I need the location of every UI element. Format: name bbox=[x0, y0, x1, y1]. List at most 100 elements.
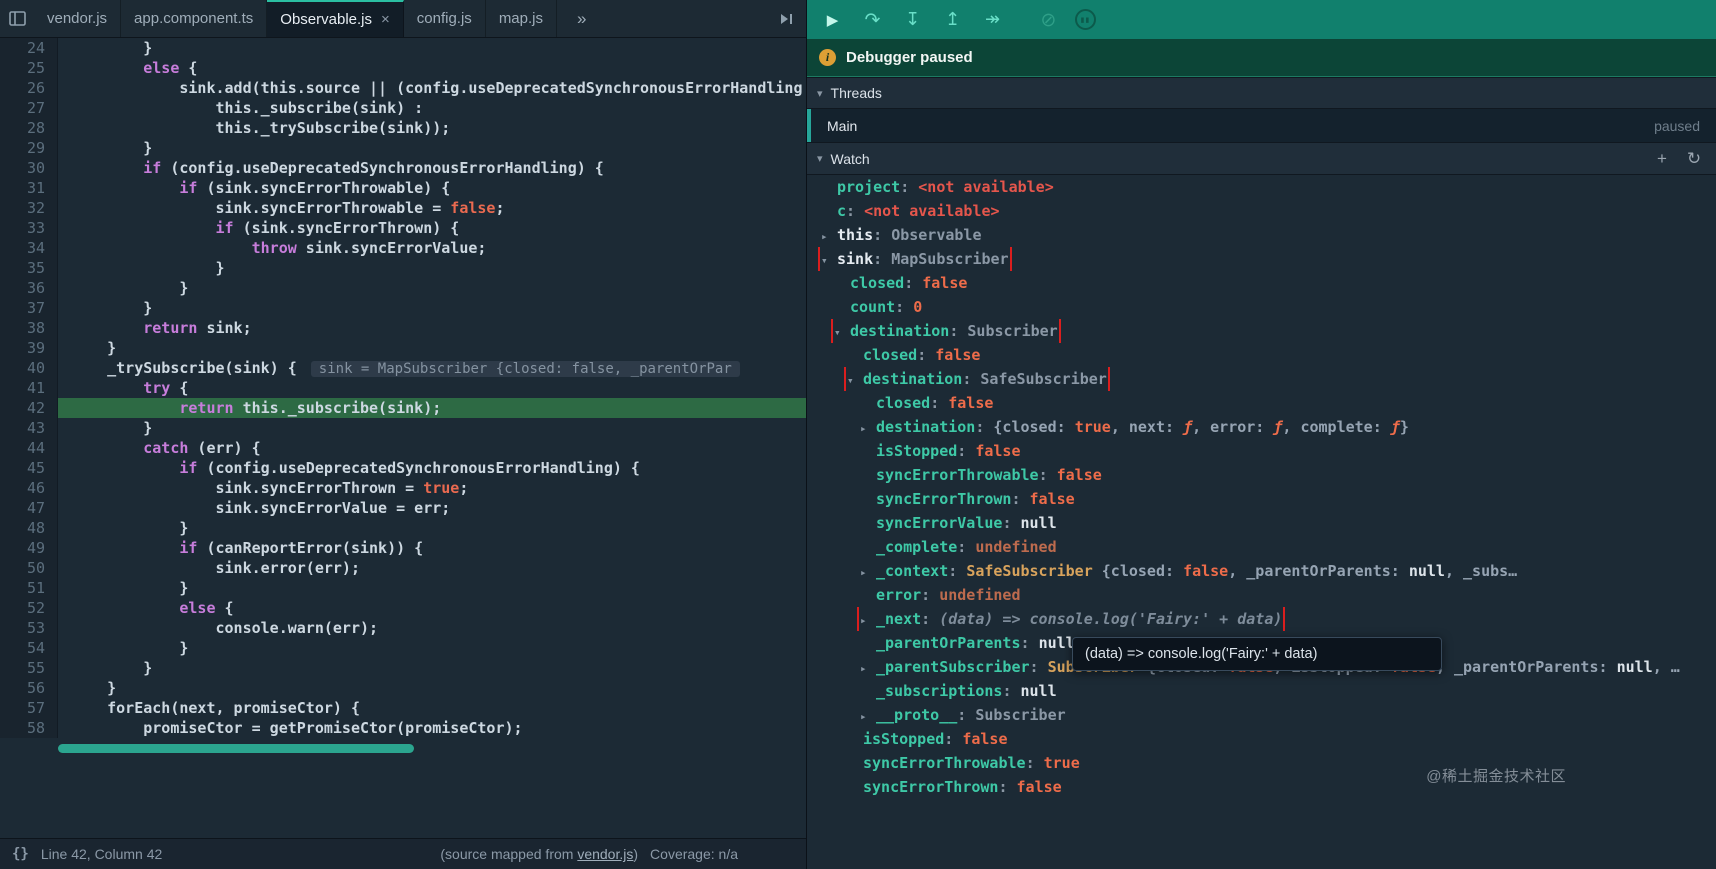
line-number[interactable]: 29 bbox=[0, 138, 58, 158]
step-forward-icon[interactable]: ↠ bbox=[979, 6, 1006, 34]
line-number[interactable]: 31 bbox=[0, 178, 58, 198]
line-number[interactable]: 38 bbox=[0, 318, 58, 338]
add-watch-expression-icon[interactable]: + bbox=[1650, 149, 1674, 169]
line-number[interactable]: 25 bbox=[0, 58, 58, 78]
line-number[interactable]: 33 bbox=[0, 218, 58, 238]
watch-node-closed[interactable]: closed: false bbox=[807, 391, 1716, 415]
line-number[interactable]: 48 bbox=[0, 518, 58, 538]
tab-close-icon[interactable]: × bbox=[381, 11, 390, 28]
chevron-right-icon[interactable]: ▸ bbox=[860, 609, 876, 631]
line-number[interactable]: 40 bbox=[0, 358, 58, 378]
watch-node-closed[interactable]: closed: false bbox=[807, 343, 1716, 367]
chevron-down-icon[interactable]: ▾ bbox=[817, 87, 823, 100]
code-editor[interactable]: 24 } 25 else {26 sink.add(this.source || … bbox=[0, 38, 806, 838]
pause-on-exceptions-icon[interactable]: ▮▮ bbox=[1075, 9, 1096, 30]
watch-node-destination[interactable]: ▾ destination: SafeSubscriber bbox=[807, 367, 1716, 391]
line-number[interactable]: 34 bbox=[0, 238, 58, 258]
line-number[interactable]: 28 bbox=[0, 118, 58, 138]
watch-node-this[interactable]: ▸ this: Observable bbox=[807, 223, 1716, 247]
chevron-right-icon[interactable]: ▸ bbox=[860, 561, 876, 583]
watch-node-_context[interactable]: ▸ _context: SafeSubscriber {closed: false… bbox=[807, 559, 1716, 583]
line-number[interactable]: 36 bbox=[0, 278, 58, 298]
line-number[interactable]: 52 bbox=[0, 598, 58, 618]
prettify-source-icon[interactable]: {} bbox=[12, 846, 29, 862]
line-number[interactable]: 43 bbox=[0, 418, 58, 438]
line-number[interactable]: 57 bbox=[0, 698, 58, 718]
watch-section-header[interactable]: ▾ Watch + ↻ bbox=[807, 142, 1716, 175]
code-line-39: 39 } bbox=[0, 338, 806, 358]
line-number[interactable]: 44 bbox=[0, 438, 58, 458]
watch-node-destination[interactable]: ▾ destination: Subscriber bbox=[807, 319, 1716, 343]
property-name: destination bbox=[850, 322, 950, 340]
chevron-right-icon[interactable]: ▸ bbox=[860, 705, 876, 727]
line-number[interactable]: 39 bbox=[0, 338, 58, 358]
line-number[interactable]: 41 bbox=[0, 378, 58, 398]
tab-overflow-button[interactable]: » bbox=[557, 0, 606, 37]
threads-section-header[interactable]: ▾ Threads bbox=[807, 77, 1716, 109]
line-number[interactable]: 50 bbox=[0, 558, 58, 578]
watch-node-_complete[interactable]: _complete: undefined bbox=[807, 535, 1716, 559]
watch-node-syncErrorThrown[interactable]: syncErrorThrown: false bbox=[807, 487, 1716, 511]
watch-node-count[interactable]: count: 0 bbox=[807, 295, 1716, 319]
line-number[interactable]: 56 bbox=[0, 678, 58, 698]
line-number[interactable]: 24 bbox=[0, 38, 58, 58]
line-number[interactable]: 30 bbox=[0, 158, 58, 178]
watch-node-closed[interactable]: closed: false bbox=[807, 271, 1716, 295]
line-number[interactable]: 53 bbox=[0, 618, 58, 638]
line-number[interactable]: 45 bbox=[0, 458, 58, 478]
panel-expand-icon[interactable] bbox=[766, 0, 806, 37]
line-number[interactable]: 32 bbox=[0, 198, 58, 218]
line-number[interactable]: 26 bbox=[0, 78, 58, 98]
watch-node-syncErrorThrowable[interactable]: syncErrorThrowable: false bbox=[807, 463, 1716, 487]
tab-Observable.js[interactable]: Observable.js × bbox=[267, 0, 404, 37]
watch-node-_subscriptions[interactable]: _subscriptions: null bbox=[807, 679, 1716, 703]
code-line-43: 43 } bbox=[0, 418, 806, 438]
deactivate-breakpoints-icon[interactable]: ⊘ bbox=[1035, 6, 1062, 34]
line-number[interactable]: 46 bbox=[0, 478, 58, 498]
watch-node-syncErrorThrown[interactable]: syncErrorThrown: false bbox=[807, 775, 1716, 799]
devtools-debugger-window: vendor.js app.component.ts Observable.js × c… bbox=[0, 0, 1716, 869]
watch-node-c[interactable]: c: <not available> bbox=[807, 199, 1716, 223]
line-number[interactable]: 54 bbox=[0, 638, 58, 658]
thread-item-main[interactable]: Main paused bbox=[807, 109, 1716, 142]
watch-node-project[interactable]: project: <not available> bbox=[807, 175, 1716, 199]
watch-node-isStopped[interactable]: isStopped: false bbox=[807, 439, 1716, 463]
tab-map.js[interactable]: map.js bbox=[486, 0, 557, 37]
chevron-right-icon[interactable]: ▸ bbox=[860, 657, 876, 679]
watch-node-error[interactable]: error: undefined bbox=[807, 583, 1716, 607]
tab-vendor.js[interactable]: vendor.js bbox=[34, 0, 122, 37]
watch-node-destination[interactable]: ▸ destination: {closed: true, next: ƒ, er… bbox=[807, 415, 1716, 439]
resume-icon[interactable]: ▶ bbox=[819, 6, 846, 34]
chevron-down-icon[interactable]: ▾ bbox=[834, 321, 850, 343]
line-number[interactable]: 51 bbox=[0, 578, 58, 598]
step-in-icon[interactable]: ↧ bbox=[899, 6, 926, 34]
step-out-icon[interactable]: ↥ bbox=[939, 6, 966, 34]
watch-node-_next[interactable]: ▸ _next: (data) => console.log('Fairy:' +… bbox=[807, 607, 1716, 631]
line-number[interactable]: 55 bbox=[0, 658, 58, 678]
line-number[interactable]: 27 bbox=[0, 98, 58, 118]
watch-node-isStopped[interactable]: isStopped: false bbox=[807, 727, 1716, 751]
watch-node-content: syncErrorThrowable: true bbox=[847, 751, 1080, 775]
line-number[interactable]: 47 bbox=[0, 498, 58, 518]
chevron-right-icon[interactable]: ▸ bbox=[860, 417, 876, 439]
source-list-toggle-icon[interactable] bbox=[0, 0, 34, 37]
horizontal-scrollbar-thumb[interactable] bbox=[58, 744, 414, 753]
line-number[interactable]: 49 bbox=[0, 538, 58, 558]
watch-node-sink[interactable]: ▾ sink: MapSubscriber bbox=[807, 247, 1716, 271]
step-over-icon[interactable]: ↷ bbox=[859, 6, 886, 34]
chevron-down-icon[interactable]: ▾ bbox=[821, 249, 837, 271]
line-number[interactable]: 37 bbox=[0, 298, 58, 318]
watch-node-__proto__[interactable]: ▸ __proto__: Subscriber bbox=[807, 703, 1716, 727]
refresh-watch-icon[interactable]: ↻ bbox=[1682, 149, 1706, 169]
tab-config.js[interactable]: config.js bbox=[404, 0, 486, 37]
tab-app.component.ts[interactable]: app.component.ts bbox=[121, 0, 268, 37]
chevron-right-icon[interactable]: ▸ bbox=[821, 225, 837, 247]
line-number[interactable]: 58 bbox=[0, 718, 58, 738]
chevron-down-icon[interactable]: ▾ bbox=[817, 152, 823, 165]
watch-node-syncErrorValue[interactable]: syncErrorValue: null bbox=[807, 511, 1716, 535]
line-number[interactable]: 42 bbox=[0, 398, 58, 418]
source-map-link[interactable]: vendor.js bbox=[577, 846, 633, 862]
watch-node-syncErrorThrowable[interactable]: syncErrorThrowable: true bbox=[807, 751, 1716, 775]
line-number[interactable]: 35 bbox=[0, 258, 58, 278]
chevron-down-icon[interactable]: ▾ bbox=[847, 369, 863, 391]
